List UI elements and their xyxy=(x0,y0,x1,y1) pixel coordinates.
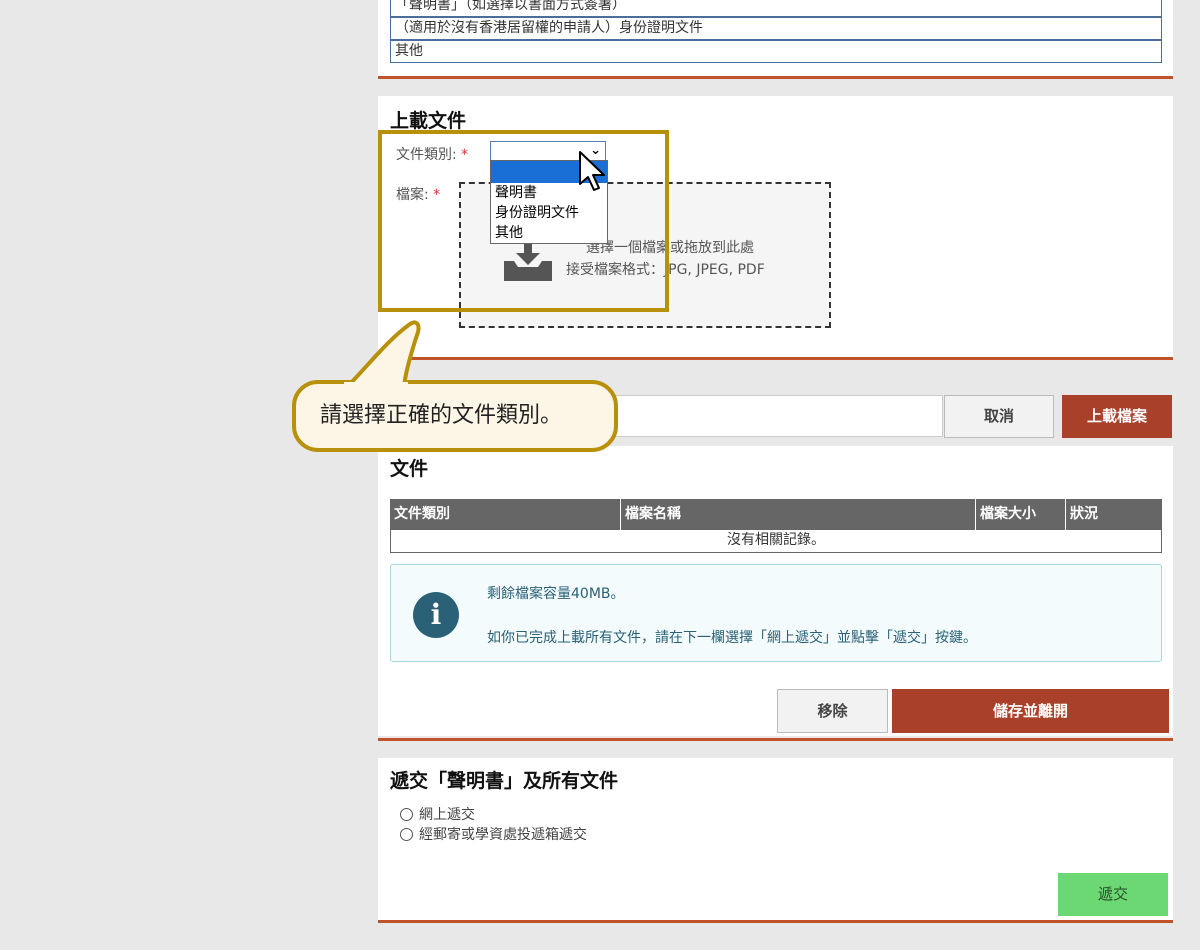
submit-section: 遞交「聲明書」及所有文件 網上遞交 經郵寄或學資處投遞箱遞交 遞交 xyxy=(378,758,1173,920)
submit-button[interactable]: 遞交 xyxy=(1058,873,1168,916)
files-table: 文件類別 檔案名稱 檔案大小 狀況 沒有相關記錄。 xyxy=(390,499,1162,553)
upload-file-button[interactable]: 上載檔案 xyxy=(1062,395,1172,438)
column-header[interactable]: 狀況 xyxy=(1066,499,1162,530)
info-icon: i xyxy=(413,592,459,638)
section-divider xyxy=(378,357,1173,360)
section-divider xyxy=(378,920,1173,923)
cancel-button[interactable]: 取消 xyxy=(944,395,1054,438)
table-row: 其他 xyxy=(390,40,1162,63)
empty-row: 沒有相關記錄。 xyxy=(390,530,1162,553)
save-and-exit-button[interactable]: 儲存並離開 xyxy=(892,689,1169,733)
submit-section-title: 遞交「聲明書」及所有文件 xyxy=(390,770,619,792)
radio-button[interactable] xyxy=(400,827,413,841)
info-box: i 剩餘檔案容量40MB。 如你已完成上載所有文件，請在下一欄選擇「網上遞交」並… xyxy=(390,564,1162,662)
table-row: （適用於沒有香港居留權的申請人）身份證明文件 xyxy=(390,17,1162,40)
mouse-cursor-icon xyxy=(579,151,605,191)
column-header[interactable]: 檔案大小 xyxy=(976,499,1066,530)
table-row: 「聲明書」（如選擇以書面方式簽署） xyxy=(390,0,1162,17)
radio-online-submit[interactable]: 網上遞交 xyxy=(400,804,475,824)
section-divider xyxy=(378,76,1173,79)
column-header[interactable]: 文件類別 xyxy=(390,499,621,530)
files-section-title: 文件 xyxy=(390,458,429,480)
submission-hint-text: 如你已完成上載所有文件，請在下一欄選擇「網上遞交」並點擊「遞交」按鍵。 xyxy=(487,630,977,646)
radio-button[interactable] xyxy=(400,807,413,821)
table-header: 文件類別 檔案名稱 檔案大小 狀況 xyxy=(390,499,1162,530)
tip-callout: 請選擇正確的文件類別。 xyxy=(292,380,618,452)
highlight-frame xyxy=(378,130,669,312)
files-section: 文件 文件類別 檔案名稱 檔案大小 狀況 沒有相關記錄。 i 剩餘檔案容量40M… xyxy=(378,446,1173,736)
column-header[interactable]: 檔案名稱 xyxy=(621,499,976,530)
radio-mail-submit[interactable]: 經郵寄或學資處投遞箱遞交 xyxy=(400,824,587,844)
document-type-table: 「聲明書」（如選擇以書面方式簽署） （適用於沒有香港居留權的申請人）身份證明文件… xyxy=(378,0,1173,76)
upload-section-title: 上載文件 xyxy=(390,110,467,132)
remove-button[interactable]: 移除 xyxy=(777,689,888,733)
section-divider xyxy=(378,738,1173,741)
remaining-capacity-text: 剩餘檔案容量40MB。 xyxy=(487,586,625,602)
callout-tail xyxy=(344,320,421,388)
